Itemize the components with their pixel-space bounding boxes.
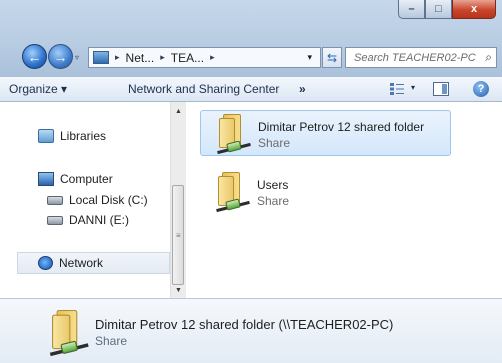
navigation-pane: Libraries Computer Local Disk (C:) DANNI… — [0, 102, 170, 298]
breadcrumb-teacher[interactable]: TEA... — [171, 51, 204, 65]
command-bar: Organize ▾ Network and Sharing Center » … — [0, 76, 502, 102]
back-arrow-icon: ← — [27, 48, 42, 65]
refresh-icon: ⇆ — [326, 50, 338, 65]
shared-folder-icon — [49, 310, 89, 357]
libraries-icon — [38, 129, 54, 143]
computer-icon — [93, 51, 109, 64]
change-view-icon[interactable] — [390, 83, 404, 95]
search-box[interactable]: ⌕ — [345, 47, 497, 68]
breadcrumb-network[interactable]: Net... — [126, 51, 155, 65]
file-list: Dimitar Petrov 12 shared folder Share Us… — [187, 102, 502, 298]
shared-folder-icon — [217, 114, 251, 155]
sidebar-item-network[interactable]: Network — [38, 256, 103, 270]
list-item-dimitar-share[interactable]: Dimitar Petrov 12 shared folder Share — [200, 110, 451, 156]
preview-pane-icon[interactable] — [433, 82, 449, 96]
scroll-grip-icon: ≡ — [176, 231, 181, 240]
sidebar-item-label: DANNI (E:) — [69, 213, 129, 227]
removable-disk-icon — [47, 215, 63, 225]
network-sharing-center-button[interactable]: Network and Sharing Center — [128, 82, 279, 96]
breadcrumb-separator[interactable]: ▸ — [210, 52, 215, 63]
scroll-down-button[interactable]: ▼ — [171, 283, 186, 298]
search-input[interactable] — [352, 50, 482, 65]
scroll-up-button[interactable]: ▲ — [171, 104, 186, 119]
forward-button[interactable]: → — [48, 44, 73, 69]
sidebar-item-local-disk[interactable]: Local Disk (C:) — [47, 193, 148, 207]
breadcrumb-separator[interactable]: ▸ — [115, 52, 120, 63]
breadcrumb-separator[interactable]: ▸ — [160, 52, 165, 63]
sidebar-item-danni[interactable]: DANNI (E:) — [47, 213, 129, 227]
forward-arrow-icon: → — [53, 48, 68, 65]
details-title: Dimitar Petrov 12 shared folder (\\TEACH… — [95, 317, 394, 332]
nav-scrollbar[interactable]: ▲ ≡ ▼ — [170, 102, 186, 298]
file-type: Share — [258, 136, 291, 150]
close-button[interactable]: x — [452, 0, 496, 19]
shared-folder-icon — [216, 172, 250, 213]
file-name: Dimitar Petrov 12 shared folder — [258, 120, 425, 134]
navigation-row: ← → ▿ ▸ Net... ▸ TEA... ▸ ▾ ⇆ ⌕ — [0, 40, 502, 74]
back-button[interactable]: ← — [22, 44, 47, 69]
file-name: Users — [257, 178, 289, 192]
scroll-thumb[interactable]: ≡ — [172, 185, 184, 285]
computer-icon — [38, 172, 54, 186]
address-bar[interactable]: ▸ Net... ▸ TEA... ▸ ▾ — [88, 47, 321, 68]
sidebar-item-label: Network — [59, 256, 104, 270]
details-subtitle: Share — [95, 334, 128, 348]
content-area: Libraries Computer Local Disk (C:) DANNI… — [0, 102, 502, 298]
more-commands-button[interactable]: » — [299, 82, 306, 96]
sidebar-item-libraries[interactable]: Libraries — [38, 129, 106, 143]
local-disk-icon — [47, 195, 63, 205]
file-type: Share — [257, 194, 290, 208]
recent-pages-dropdown[interactable]: ▿ — [75, 53, 79, 62]
sidebar-item-label: Local Disk (C:) — [69, 193, 148, 207]
view-options-dropdown[interactable]: ▾ — [411, 83, 415, 92]
sidebar-item-label: Computer — [60, 172, 113, 186]
address-dropdown-button[interactable]: ▾ — [307, 52, 312, 63]
organize-button[interactable]: Organize ▾ — [9, 82, 67, 96]
minimize-button[interactable]: – — [398, 0, 425, 19]
caption-buttons: – □ x — [398, 0, 496, 20]
refresh-button[interactable]: ⇆ — [322, 47, 342, 68]
list-item-users-share[interactable]: Users Share — [200, 169, 451, 215]
sidebar-item-computer[interactable]: Computer — [38, 172, 113, 186]
help-icon[interactable]: ? — [473, 81, 489, 97]
network-icon — [38, 256, 53, 270]
explorer-window: – □ x ← → ▿ ▸ Net... ▸ TEA... ▸ ▾ ⇆ ⌕ Or… — [0, 0, 502, 363]
sidebar-item-label: Libraries — [60, 129, 107, 143]
maximize-button[interactable]: □ — [425, 0, 452, 19]
search-icon[interactable]: ⌕ — [485, 50, 492, 65]
details-pane: Dimitar Petrov 12 shared folder (\\TEACH… — [0, 298, 502, 363]
